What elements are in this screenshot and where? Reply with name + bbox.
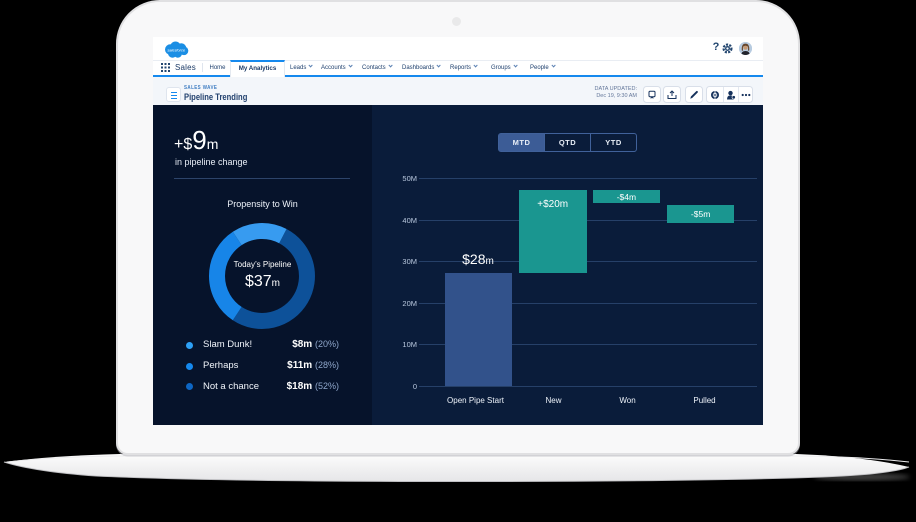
svg-text:salesforce: salesforce xyxy=(167,48,186,53)
